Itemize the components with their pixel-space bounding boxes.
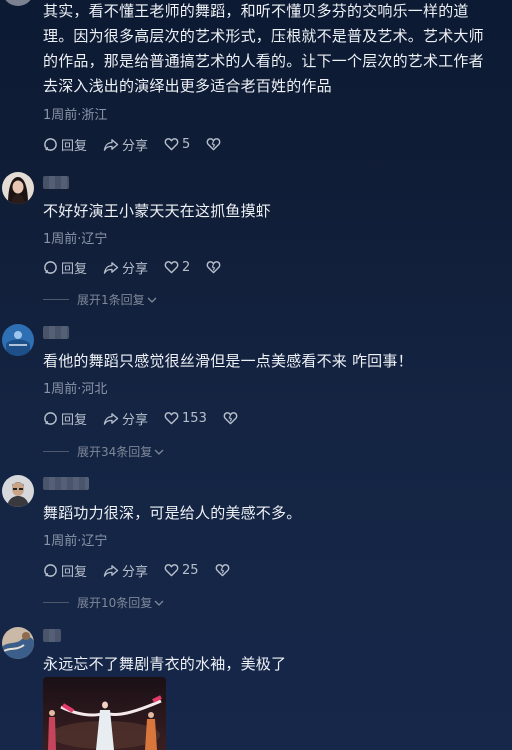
username[interactable] (43, 629, 61, 642)
avatar-image (2, 475, 34, 507)
share-label: 分享 (122, 564, 149, 580)
like-button[interactable]: 5 (164, 137, 190, 152)
share-icon (103, 412, 119, 425)
share-label: 分享 (122, 261, 149, 277)
comment-text: 舞蹈功力很深，可是给人的美感不多。 (43, 504, 302, 522)
share-icon (103, 138, 119, 151)
share-button[interactable]: 分享 (103, 409, 148, 428)
reply-label: 回复 (61, 138, 88, 154)
avatar[interactable] (2, 172, 34, 204)
avatar-image (2, 627, 34, 659)
comment-meta: 1周前·辽宁 (43, 534, 108, 549)
comment-actions: 回复 分享 153 (43, 408, 257, 428)
comment-actions: 回复 分享 2 (43, 257, 240, 277)
reply-label: 回复 (61, 261, 88, 277)
comment-icon (44, 260, 57, 274)
avatar[interactable] (2, 324, 34, 356)
heart-icon (164, 564, 179, 577)
reply-label: 回复 (61, 564, 88, 580)
like-count: 2 (182, 259, 191, 275)
comment-meta: 1周前·河北 (43, 382, 108, 397)
like-button[interactable]: 25 (164, 563, 199, 578)
avatar-image (2, 172, 34, 204)
reply-label: 回复 (61, 412, 88, 428)
avatar-image (2, 324, 34, 356)
chevron-down-icon (154, 600, 164, 606)
comment-actions: 回复 分享 5 (43, 134, 240, 154)
expand-replies-button[interactable]: 展开10条回复 (43, 594, 164, 611)
expand-replies-button[interactable]: 展开34条回复 (43, 443, 164, 460)
dislike-button[interactable] (206, 137, 224, 151)
chevron-down-icon (154, 449, 164, 455)
reply-button[interactable]: 回复 (43, 258, 87, 277)
avatar[interactable] (2, 475, 34, 507)
comment-text: 看他的舞蹈只感觉很丝滑但是一点美感看不来 咋回事！ (43, 352, 413, 370)
expand-replies-label: 展开34条回复 (77, 445, 153, 459)
heart-icon (164, 261, 179, 274)
dance-stage-image (43, 677, 166, 750)
heart-icon (164, 138, 179, 151)
reply-button[interactable]: 回复 (43, 135, 87, 154)
comment-actions: 回复 分享 25 (43, 560, 249, 580)
comment-meta: 1周前·浙江 (43, 108, 108, 123)
chevron-down-icon (147, 297, 157, 303)
expand-replies-button[interactable]: 展开1条回复 (43, 291, 157, 308)
comment-icon (44, 563, 57, 577)
comment-text: 永远忘不了舞剧青衣的水袖，美极了 (43, 655, 287, 673)
comment-text: 其实，看不懂王老师的舞蹈，和听不懂贝多芬的交响乐一样的道理。因为很多高层次的艺术… (43, 2, 484, 95)
dislike-heart-icon (206, 261, 221, 274)
expand-divider (43, 602, 69, 603)
expand-replies-label: 展开1条回复 (77, 293, 145, 307)
reply-button[interactable]: 回复 (43, 409, 87, 428)
dislike-button[interactable] (206, 260, 224, 274)
heart-icon (164, 412, 179, 425)
share-icon (103, 261, 119, 274)
dislike-button[interactable] (215, 563, 233, 577)
username[interactable] (43, 326, 69, 339)
share-button[interactable]: 分享 (103, 135, 148, 154)
like-count: 5 (182, 136, 191, 152)
like-count: 25 (182, 562, 199, 578)
comment-image[interactable] (43, 677, 166, 750)
dislike-heart-icon (223, 412, 238, 425)
avatar[interactable] (2, 627, 34, 659)
comment-text: 不好好演王小蒙天天在这抓鱼摸虾 (43, 202, 272, 220)
expand-divider (43, 451, 69, 452)
like-count: 153 (182, 410, 207, 426)
share-button[interactable]: 分享 (103, 258, 148, 277)
expand-divider (43, 299, 69, 300)
like-button[interactable]: 153 (164, 411, 207, 426)
comment-meta: 1周前·辽宁 (43, 232, 108, 247)
comment-icon (44, 411, 57, 425)
share-button[interactable]: 分享 (103, 561, 148, 580)
like-button[interactable]: 2 (164, 260, 190, 275)
dislike-heart-icon (206, 138, 221, 151)
avatar[interactable] (2, 0, 34, 6)
share-label: 分享 (122, 412, 149, 428)
reply-button[interactable]: 回复 (43, 561, 87, 580)
expand-replies-label: 展开10条回复 (77, 596, 153, 610)
username[interactable] (43, 477, 89, 490)
share-icon (103, 564, 119, 577)
username[interactable] (43, 176, 69, 189)
comment-icon (44, 137, 57, 151)
dislike-heart-icon (215, 564, 229, 577)
share-label: 分享 (122, 138, 149, 154)
comment-feed[interactable]: 其实，看不懂王老师的舞蹈，和听不懂贝多芬的交响乐一样的道理。因为很多高层次的艺术… (0, 0, 512, 750)
dislike-button[interactable] (223, 411, 241, 425)
